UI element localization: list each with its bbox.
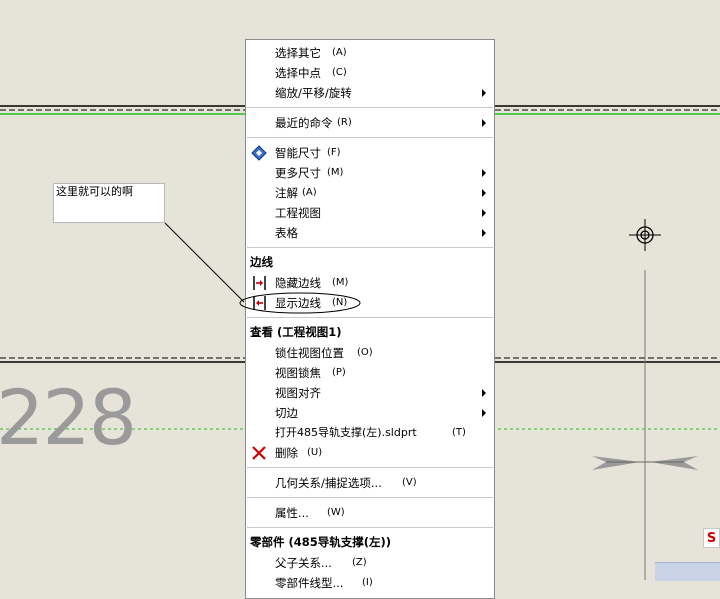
- menu-item-label: 打开485导轨支撑(左).sldprt: [275, 426, 417, 439]
- menu-item-label: 最近的命令: [275, 116, 333, 130]
- context-menu: 选择其它 (A) 选择中点 (C) 缩放/平移/旋转 最近的命令 (R) 智能尺…: [239, 39, 495, 599]
- menu-item-select-midpoint[interactable]: 选择中点 (C): [246, 63, 494, 83]
- submenu-arrow-icon: [482, 119, 486, 127]
- menu-item-relations-snaps[interactable]: 几何关系/捕捉选项... (V): [246, 473, 494, 493]
- menu-item-label: 视图锁焦: [275, 366, 321, 380]
- menu-item-more-dimensions[interactable]: 更多尺寸 (M): [246, 163, 494, 183]
- menu-separator: [247, 497, 493, 498]
- menu-item-tangent-edge[interactable]: 切边: [246, 403, 494, 423]
- submenu-arrow-icon: [482, 389, 486, 397]
- menu-item-hotkey: (T): [452, 427, 466, 438]
- menu-item-label: 切边: [275, 406, 298, 420]
- menu-item-hotkey: (M): [332, 277, 349, 288]
- menu-item-hide-edges[interactable]: 隐藏边线 (M): [246, 273, 494, 293]
- menu-item-parent-child[interactable]: 父子关系... (Z): [246, 553, 494, 573]
- menu-item-recent-commands[interactable]: 最近的命令 (R): [246, 113, 494, 133]
- submenu-arrow-icon: [482, 409, 486, 417]
- menu-item-view-alignment[interactable]: 视图对齐: [246, 383, 494, 403]
- menu-item-label: 父子关系...: [275, 556, 332, 570]
- menu-item-tables[interactable]: 表格: [246, 223, 494, 243]
- menu-header-part: 零部件 (485导轨支撑(左)): [250, 535, 392, 549]
- menu-item-hotkey: (C): [332, 67, 347, 78]
- menu-item-label: 视图对齐: [275, 386, 321, 400]
- smart-dimension-icon: [251, 145, 267, 161]
- menu-item-label: 选择其它: [275, 46, 321, 60]
- menu-item-hotkey: (Z): [352, 557, 367, 568]
- menu-item-label: 选择中点: [275, 66, 321, 80]
- submenu-arrow-icon: [482, 189, 486, 197]
- corner-badge[interactable]: S: [703, 528, 720, 548]
- submenu-arrow-icon: [482, 229, 486, 237]
- highlight-ellipse: [239, 292, 361, 314]
- menu-item-component-line-font[interactable]: 零部件线型... (I): [246, 573, 494, 593]
- menu-item-hotkey: (V): [402, 477, 417, 488]
- menu-item-hotkey: (A): [332, 47, 347, 58]
- menu-item-hotkey: (F): [327, 147, 341, 158]
- delete-icon: [252, 446, 266, 460]
- menu-item-annotations[interactable]: 注解 (A): [246, 183, 494, 203]
- menu-header-edges: 边线: [250, 255, 273, 269]
- menu-item-label: 更多尺寸: [275, 166, 321, 180]
- submenu-arrow-icon: [482, 169, 486, 177]
- menu-separator: [247, 317, 493, 318]
- menu-separator: [247, 137, 493, 138]
- menu-header-view: 查看 (工程视图1): [250, 325, 342, 339]
- menu-item-label: 属性...: [275, 506, 309, 520]
- menu-separator: [247, 107, 493, 108]
- menu-item-label: 缩放/平移/旋转: [275, 86, 352, 100]
- menu-item-hotkey: (I): [362, 577, 373, 588]
- menu-item-drawing-views[interactable]: 工程视图: [246, 203, 494, 223]
- menu-item-label: 零部件线型...: [275, 576, 344, 590]
- hide-edge-icon: [253, 276, 266, 290]
- note-text: 这里就可以的啊: [56, 185, 133, 198]
- menu-item-hotkey: (P): [332, 367, 346, 378]
- menu-item-hotkey: (W): [327, 507, 345, 518]
- menu-item-label: 几何关系/捕捉选项...: [275, 476, 382, 490]
- menu-item-zoom-pan-rotate[interactable]: 缩放/平移/旋转: [246, 83, 494, 103]
- menu-item-hotkey: (U): [307, 447, 323, 458]
- menu-item-label: 隐藏边线: [275, 276, 321, 290]
- menu-item-properties[interactable]: 属性... (W): [246, 503, 494, 523]
- note-annotation[interactable]: 这里就可以的啊: [53, 183, 165, 223]
- menu-item-select-other[interactable]: 选择其它 (A): [246, 43, 494, 63]
- menu-item-label: 锁住视图位置: [275, 346, 344, 360]
- status-strip: [655, 562, 720, 581]
- menu-item-delete[interactable]: 删除 (U): [246, 443, 494, 463]
- submenu-arrow-icon: [482, 89, 486, 97]
- menu-item-open-part[interactable]: 打开485导轨支撑(左).sldprt (T): [246, 423, 494, 443]
- menu-item-hotkey: (R): [337, 117, 352, 128]
- menu-item-label: 删除: [275, 446, 298, 460]
- menu-item-lock-view-focus[interactable]: 视图锁焦 (P): [246, 363, 494, 383]
- menu-item-label: 智能尺寸: [275, 146, 321, 160]
- origin-target-icon: [629, 219, 661, 251]
- menu-item-lock-view-position[interactable]: 锁住视图位置 (O): [246, 343, 494, 363]
- menu-separator: [247, 527, 493, 528]
- menu-separator: [247, 247, 493, 248]
- menu-item-hotkey: (A): [302, 187, 317, 198]
- menu-item-label: 注解: [275, 186, 298, 200]
- dimension-value[interactable]: 228: [0, 378, 137, 458]
- menu-separator: [247, 467, 493, 468]
- submenu-arrow-icon: [482, 209, 486, 217]
- menu-item-label: 工程视图: [275, 206, 321, 220]
- note-leader-line: [164, 222, 245, 303]
- menu-item-label: 表格: [275, 226, 298, 240]
- menu-item-hotkey: (O): [357, 347, 373, 358]
- menu-item-smart-dimension[interactable]: 智能尺寸 (F): [246, 143, 494, 163]
- menu-item-hotkey: (M): [327, 167, 344, 178]
